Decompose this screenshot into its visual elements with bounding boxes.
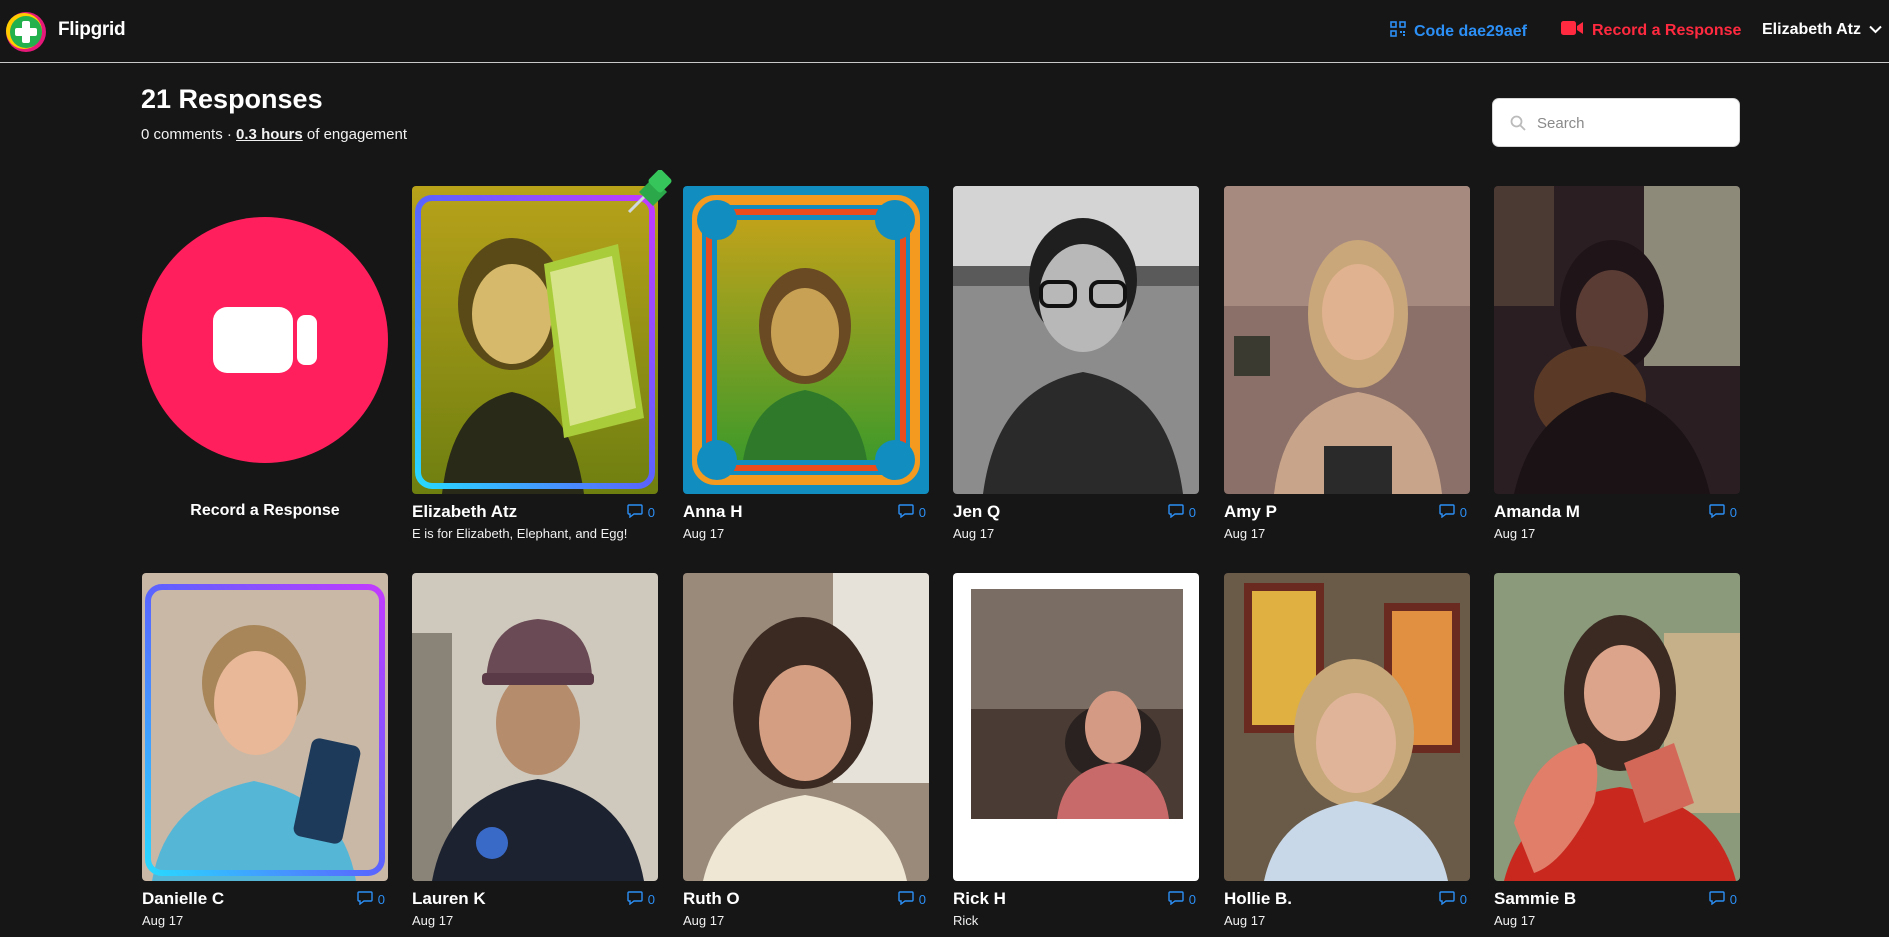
response-thumbnail[interactable]	[1494, 186, 1740, 494]
comment-count: 0	[1459, 505, 1467, 520]
response-subtitle: Aug 17	[1494, 526, 1536, 541]
response-name[interactable]: Rick H	[953, 889, 1006, 909]
comment-count: 0	[1459, 892, 1467, 907]
comment-bubble-icon	[1439, 891, 1455, 908]
response-subtitle: Aug 17	[1224, 526, 1266, 541]
comment-count: 0	[1188, 892, 1196, 907]
comment-count-link[interactable]: 0	[357, 891, 385, 908]
pin-icon[interactable]	[625, 169, 675, 221]
comment-bubble-icon	[1168, 891, 1184, 908]
response-name[interactable]: Danielle C	[142, 889, 224, 909]
comment-bubble-icon	[627, 504, 643, 521]
comment-bubble-icon	[1709, 891, 1725, 908]
comment-count-link[interactable]: 0	[1709, 504, 1737, 521]
flipgrid-logo-icon[interactable]	[5, 11, 47, 53]
response-thumbnail[interactable]	[683, 573, 929, 881]
comment-count: 0	[1729, 892, 1737, 907]
user-name: Elizabeth Atz	[1762, 21, 1861, 38]
search-input[interactable]	[1535, 99, 1735, 148]
comment-bubble-icon	[1168, 504, 1184, 521]
search-icon	[1510, 115, 1526, 136]
response-thumbnail[interactable]	[1224, 186, 1470, 494]
comment-count: 0	[647, 505, 655, 520]
search-box	[1492, 98, 1740, 148]
comment-count-link[interactable]: 0	[1439, 504, 1467, 521]
video-camera-icon	[1561, 21, 1583, 40]
response-thumbnail[interactable]	[412, 573, 658, 881]
response-name[interactable]: Amanda M	[1494, 502, 1580, 522]
response-name[interactable]: Elizabeth Atz	[412, 502, 517, 522]
record-response-button[interactable]	[142, 217, 388, 463]
comment-count: 0 comments	[141, 126, 223, 143]
comment-count-link[interactable]: 0	[1168, 891, 1196, 908]
engagement-suffix: of engagement	[306, 126, 407, 143]
response-subtitle: Aug 17	[953, 526, 995, 541]
response-subtitle: Aug 17	[683, 913, 725, 928]
response-subtitle: E is for Elizabeth, Elephant, and Egg!	[412, 526, 628, 541]
response-thumbnail[interactable]	[953, 573, 1199, 881]
record-label: Record a Response	[1592, 21, 1742, 39]
response-name[interactable]: Sammie B	[1494, 889, 1576, 909]
response-subtitle: Aug 17	[142, 913, 184, 928]
comment-bubble-icon	[1709, 504, 1725, 521]
response-subtitle: Aug 17	[1224, 913, 1266, 928]
video-camera-icon	[213, 307, 317, 373]
response-thumbnail[interactable]	[683, 186, 929, 494]
brand-name[interactable]: Flipgrid	[58, 19, 126, 41]
response-name[interactable]: Lauren K	[412, 889, 486, 909]
user-menu[interactable]: Elizabeth Atz	[1762, 21, 1882, 39]
code-label: Code dae29aef	[1414, 22, 1527, 40]
response-subtitle: Rick	[953, 913, 979, 928]
comment-count-link[interactable]: 0	[898, 504, 926, 521]
comment-count-link[interactable]: 0	[898, 891, 926, 908]
separator: ·	[226, 126, 232, 143]
chevron-down-icon	[1869, 21, 1882, 39]
response-thumbnail[interactable]	[1494, 573, 1740, 881]
comment-count-link[interactable]: 0	[1709, 891, 1737, 908]
comment-count-link[interactable]: 0	[627, 504, 655, 521]
top-bar: Flipgrid Code dae29aef Record a Response…	[0, 0, 1889, 63]
comment-bubble-icon	[627, 891, 643, 908]
comment-count: 0	[647, 892, 655, 907]
response-name[interactable]: Amy P	[1224, 502, 1277, 522]
qr-code-icon	[1390, 21, 1406, 42]
comment-count: 0	[1188, 505, 1196, 520]
comment-count: 0	[918, 892, 926, 907]
responses-title: 21 Responses	[141, 84, 323, 114]
comment-bubble-icon	[357, 891, 373, 908]
response-name[interactable]: Ruth O	[683, 889, 740, 909]
response-name[interactable]: Hollie B.	[1224, 889, 1292, 909]
response-name[interactable]: Jen Q	[953, 502, 1000, 522]
comment-count: 0	[377, 892, 385, 907]
response-thumbnail[interactable]	[953, 186, 1199, 494]
header-record-button[interactable]: Record a Response	[1561, 21, 1741, 40]
response-thumbnail[interactable]	[142, 573, 388, 881]
response-name[interactable]: Anna H	[683, 502, 743, 522]
comment-count-link[interactable]: 0	[1168, 504, 1196, 521]
code-link[interactable]: Code dae29aef	[1390, 21, 1527, 42]
record-response-label[interactable]: Record a Response	[142, 502, 388, 520]
response-thumbnail[interactable]	[1224, 573, 1470, 881]
comment-count: 0	[918, 505, 926, 520]
comment-bubble-icon	[1439, 504, 1455, 521]
comment-count-link[interactable]: 0	[627, 891, 655, 908]
comment-bubble-icon	[898, 891, 914, 908]
comment-count-link[interactable]: 0	[1439, 891, 1467, 908]
response-subtitle: Aug 17	[1494, 913, 1536, 928]
engagement-summary: 0 comments · 0.3 hours of engagement	[141, 126, 407, 143]
comment-count: 0	[1729, 505, 1737, 520]
response-subtitle: Aug 17	[412, 913, 454, 928]
engagement-hours[interactable]: 0.3 hours	[236, 126, 303, 143]
comment-bubble-icon	[898, 504, 914, 521]
response-subtitle: Aug 17	[683, 526, 725, 541]
response-thumbnail[interactable]	[412, 186, 658, 494]
